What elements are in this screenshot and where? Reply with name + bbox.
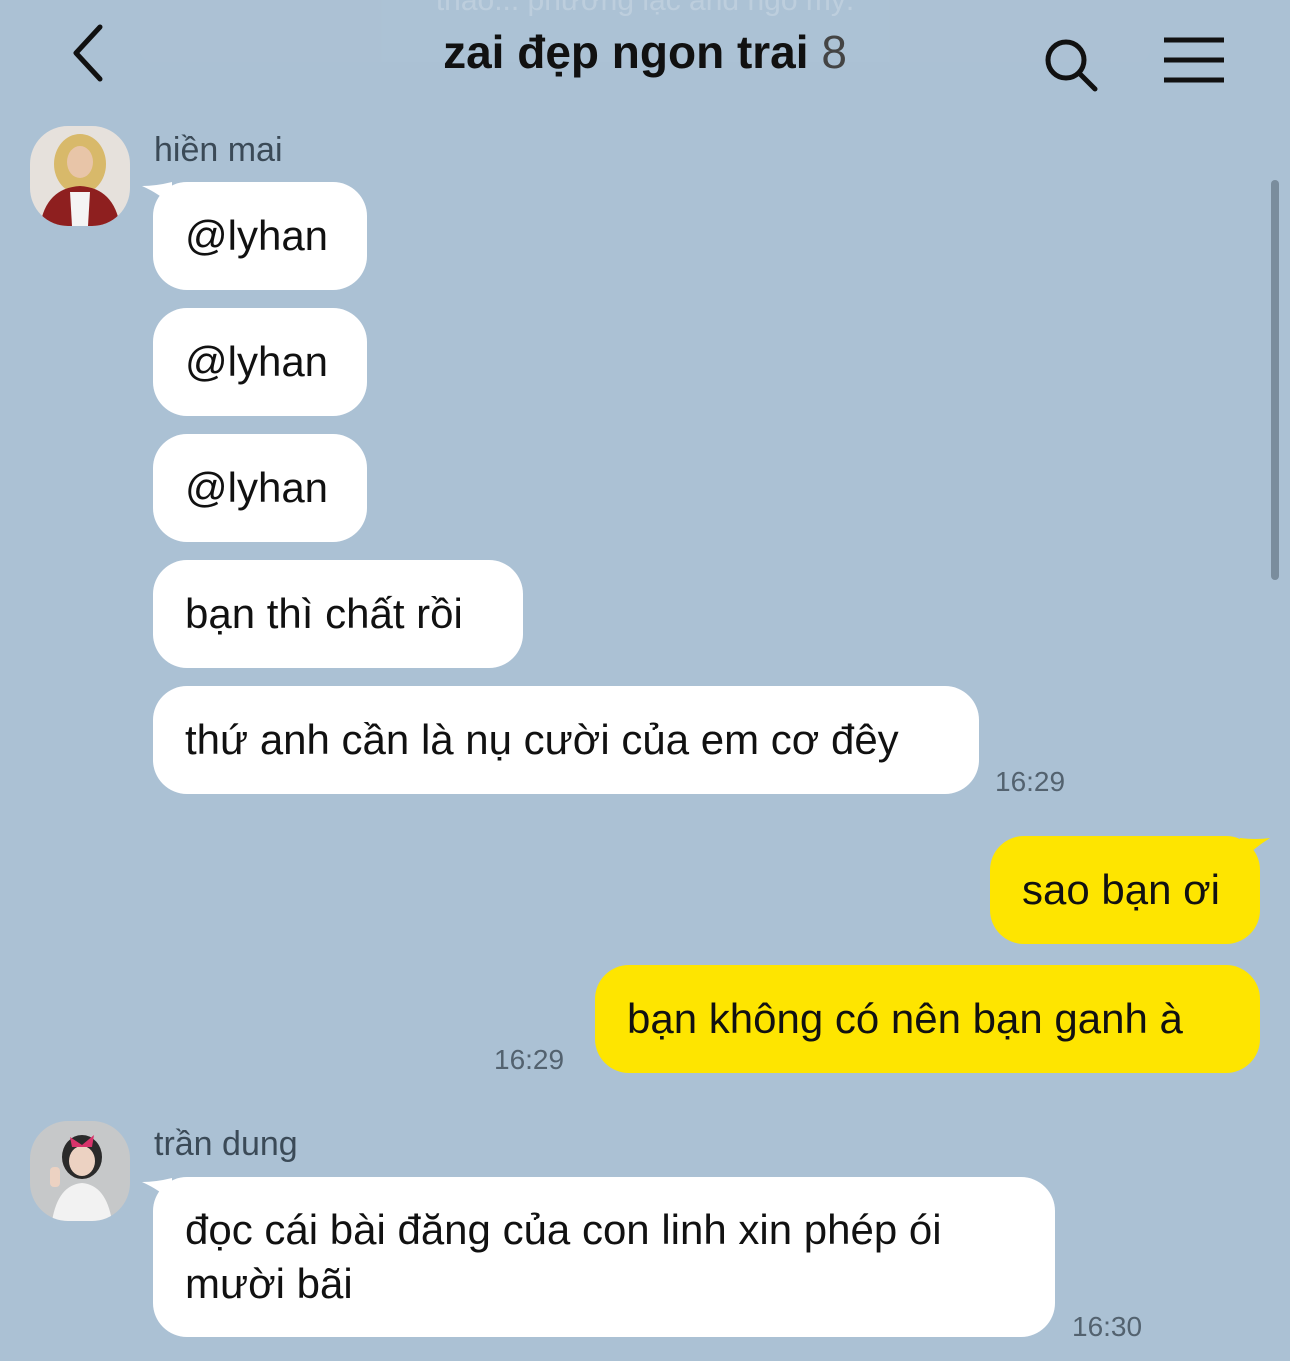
avatar-hien-mai[interactable] [30,126,130,226]
message-bubble-outgoing[interactable]: bạn không có nên bạn ganh à [595,965,1260,1073]
message-bubble-outgoing[interactable]: sao bạn ơi [990,836,1260,944]
message-bubble[interactable]: @lyhan [153,434,367,542]
hamburger-menu-icon [1164,37,1224,83]
message-bubble[interactable]: đọc cái bài đăng của con linh xin phép ó… [153,1177,1055,1337]
message-timestamp: 16:29 [995,766,1066,797]
message-bubble[interactable]: @lyhan [153,308,367,416]
search-icon [1045,39,1098,92]
message-bubble[interactable]: @lyhan [153,182,367,290]
sender-name: trần dung [154,1125,298,1163]
profile-photo-icon [30,126,130,226]
profile-photo-icon [30,1121,130,1221]
scrollbar[interactable] [1271,180,1279,580]
message-bubble[interactable]: thứ anh cần là nụ cười của em cơ đêy [153,686,979,794]
avatar-tran-dung[interactable] [30,1121,130,1221]
menu-button[interactable] [1156,30,1232,90]
message-timestamp: 16:30 [1072,1311,1143,1342]
search-button[interactable] [1036,30,1106,100]
chat-header: thảo... phương lạc and ngồ mỹ. zai đẹp n… [0,0,1290,110]
sender-name: hiền mai [154,131,283,169]
message-timestamp: 16:29 [494,1044,565,1075]
message-bubble[interactable]: bạn thì chất rồi [153,560,523,668]
member-count: 8 [821,26,847,78]
chat-title-text: zai đẹp ngon trai [443,26,809,78]
